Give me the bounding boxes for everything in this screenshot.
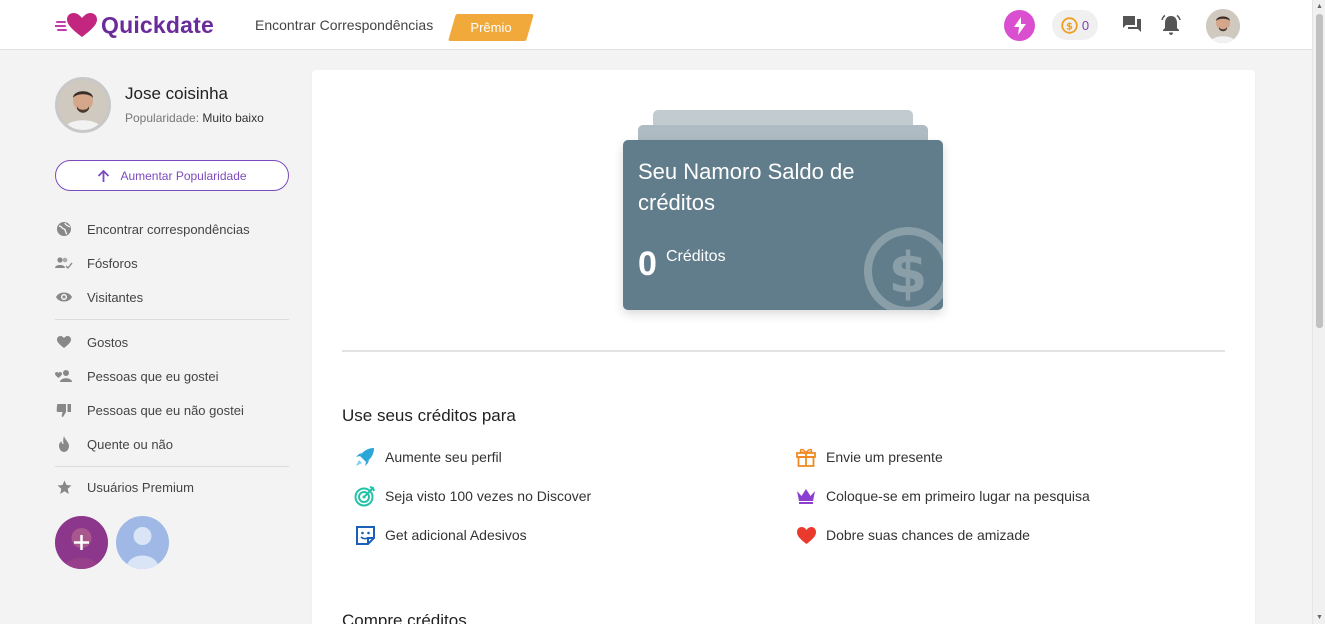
sidebar-item-people-i-liked[interactable]: Pessoas que eu gostei (55, 365, 219, 387)
heart-red-icon (794, 523, 818, 547)
premium-user-add-avatar[interactable] (55, 516, 108, 569)
heart-icon (55, 333, 73, 351)
brand-name: Quickdate (101, 11, 215, 38)
premium-button[interactable]: Prêmio (448, 14, 534, 41)
svg-text:$: $ (1066, 21, 1073, 32)
notification-bell-icon[interactable] (1160, 14, 1182, 36)
globe-icon (55, 220, 73, 238)
dollar-coin-icon: $ (864, 227, 943, 310)
default-avatar-icon (116, 516, 169, 569)
thumbs-down-icon (55, 401, 73, 419)
page-scrollbar[interactable]: ▲ ▼ (1312, 0, 1325, 624)
use-item-discover-views: Seja visto 100 vezes no Discover (353, 484, 591, 508)
scroll-up-arrow-icon[interactable]: ▲ (1316, 3, 1323, 10)
sidebar-item-people-i-disliked[interactable]: Pessoas que eu não gostei (55, 399, 244, 421)
section-divider (342, 350, 1225, 352)
gift-icon (794, 445, 818, 469)
sticker-icon (353, 523, 377, 547)
profile-photo (58, 80, 108, 130)
avatar-photo (1206, 9, 1240, 43)
top-navbar: Quickdate Encontrar Correspondências Prê… (0, 0, 1312, 50)
sidebar-item-label: Pessoas que eu gostei (87, 368, 219, 384)
sidebar-item-label: Encontrar correspondências (87, 221, 250, 237)
sidebar-item-label: Quente ou não (87, 436, 174, 452)
eye-icon (55, 288, 73, 306)
boost-popularity-button[interactable]: Aumentar Popularidade (55, 160, 289, 191)
sidebar-item-label: Fósforos (87, 255, 138, 271)
use-item-label: Dobre suas chances de amizade (826, 527, 1030, 543)
balance-title: Seu Namoro Saldo de créditos (638, 159, 855, 215)
use-item-label: Get adicional Adesivos (385, 527, 527, 543)
sidebar-divider (55, 466, 289, 467)
profile-name[interactable]: Jose coisinha (125, 84, 228, 104)
brand-logo[interactable]: Quickdate (55, 10, 214, 40)
use-item-send-gift: Envie um presente (794, 445, 943, 469)
popularity-status: Popularidade: Muito baixo (125, 111, 264, 125)
boost-popularity-label: Aumentar Popularidade (120, 168, 247, 183)
sidebar-item-premium-users[interactable]: Usuários Premium (55, 476, 194, 498)
sidebar-item-label: Visitantes (87, 289, 144, 305)
sidebar-divider (55, 319, 289, 320)
sidebar-item-label: Pessoas que eu não gostei (87, 402, 244, 418)
profile-avatar[interactable] (55, 77, 111, 133)
sidebar-item-label: Gostos (87, 334, 129, 350)
sidebar-item-find-matches[interactable]: Encontrar correspondências (55, 218, 250, 240)
rocket-icon (353, 445, 377, 469)
buy-credits-title: Compre créditos (342, 611, 467, 624)
arrow-up-icon (98, 169, 110, 182)
sidebar-item-visitors[interactable]: Visitantes (55, 286, 143, 308)
user-avatar[interactable] (1206, 9, 1240, 43)
use-credits-title: Use seus créditos para (342, 406, 516, 425)
credit-balance-card: Seu Namoro Saldo de créditos 0 Créditos … (623, 140, 943, 310)
lightning-icon (1013, 16, 1026, 35)
sidebar-item-hot-or-not[interactable]: Quente ou não (55, 433, 173, 455)
flame-icon (55, 435, 73, 453)
balance-unit: Créditos (666, 248, 726, 265)
credits-panel: Seu Namoro Saldo de créditos 0 Créditos … (312, 70, 1255, 624)
use-item-friendship-chances: Dobre suas chances de amizade (794, 523, 1030, 547)
popularity-label: Popularidade: (125, 111, 200, 125)
sidebar-item-label: Usuários Premium (87, 479, 194, 495)
premium-user-avatar[interactable] (116, 516, 169, 569)
nav-find-matches[interactable]: Encontrar Correspondências (255, 17, 433, 33)
use-item-boost-profile: Aumente seu perfil (353, 445, 502, 469)
chat-icon[interactable] (1122, 15, 1142, 34)
use-item-top-search: Coloque-se em primeiro lugar na pesquisa (794, 484, 1090, 508)
scroll-thumb[interactable] (1316, 14, 1323, 328)
use-item-extra-stickers: Get adicional Adesivos (353, 523, 527, 547)
target-icon (353, 484, 377, 508)
people-heart-icon (55, 367, 73, 385)
coin-icon: $ (1061, 16, 1078, 34)
popularity-value: Muito baixo (202, 111, 264, 125)
heart-logo-icon (55, 13, 97, 37)
sidebar-item-matches[interactable]: Fósforos (55, 252, 138, 274)
boost-button[interactable] (1004, 10, 1035, 41)
scroll-down-arrow-icon[interactable]: ▼ (1316, 614, 1323, 621)
svg-text:$: $ (889, 241, 928, 306)
premium-label: Prêmio (470, 20, 512, 35)
balance-value: 0 (638, 245, 657, 283)
add-avatar-photo (55, 516, 108, 569)
people-check-icon (55, 254, 73, 272)
sidebar-item-likes[interactable]: Gostos (55, 331, 128, 353)
credits-button[interactable]: $ 0 (1052, 10, 1098, 40)
use-item-label: Coloque-se em primeiro lugar na pesquisa (826, 488, 1090, 504)
crown-icon (794, 484, 818, 508)
use-item-label: Seja visto 100 vezes no Discover (385, 488, 592, 504)
use-item-label: Envie um presente (826, 449, 943, 465)
star-icon (55, 478, 73, 496)
credits-count: 0 (1081, 17, 1090, 33)
use-item-label: Aumente seu perfil (385, 449, 502, 465)
